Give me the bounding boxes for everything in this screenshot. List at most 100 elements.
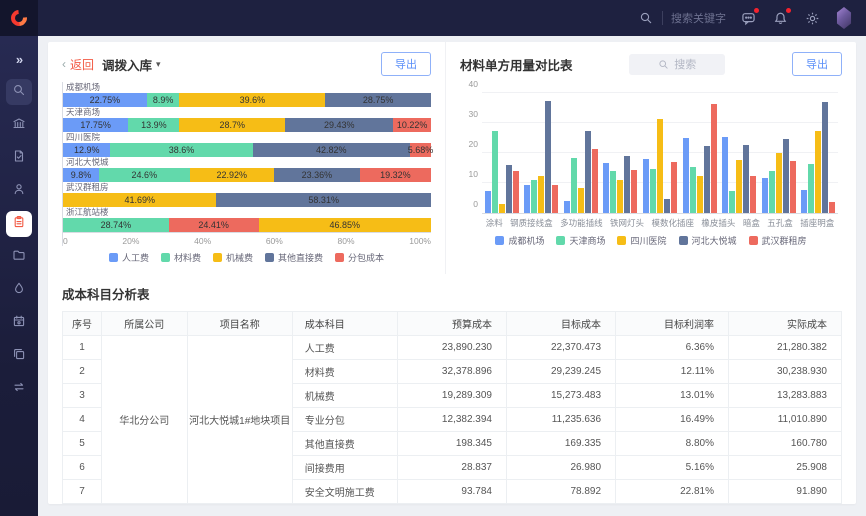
bar-segment: 28.74% xyxy=(63,218,169,232)
gear-icon[interactable] xyxy=(804,10,820,26)
legend-item[interactable]: 材料费 xyxy=(161,251,201,264)
bar xyxy=(571,158,577,213)
legend-item[interactable]: 天津商场 xyxy=(556,234,605,247)
bar-group xyxy=(485,131,519,214)
cell-budget: 93.784 xyxy=(397,480,506,504)
category-label: 浙江航站楼 xyxy=(62,207,431,218)
sidebar-item-search[interactable] xyxy=(6,79,32,105)
legend-item[interactable]: 分包成本 xyxy=(335,251,384,264)
export-button-right[interactable]: 导出 xyxy=(792,52,842,76)
bar xyxy=(671,162,677,213)
bar-group xyxy=(683,104,717,214)
search-icon xyxy=(12,83,26,102)
axis-tick-label: 100% xyxy=(409,236,431,246)
chat-icon[interactable] xyxy=(740,10,756,26)
sidebar-item-user[interactable] xyxy=(6,178,32,204)
cell-margin: 13.01% xyxy=(616,384,729,408)
chart-search-input[interactable]: 搜索 xyxy=(629,54,725,75)
bar-segment: 12.9% xyxy=(63,143,110,157)
legend-swatch xyxy=(749,236,758,245)
sidebar-item-folder[interactable] xyxy=(6,244,32,270)
legend-item[interactable]: 四川医院 xyxy=(617,234,666,247)
cell-actual: 160.780 xyxy=(728,432,841,456)
legend-item[interactable]: 机械费 xyxy=(213,251,253,264)
sidebar-item-expand[interactable]: » xyxy=(6,46,32,72)
search-placeholder: 搜索关键字 xyxy=(671,10,726,26)
calendar-icon xyxy=(12,314,26,333)
bar-segment: 13.9% xyxy=(128,118,179,132)
legend-swatch xyxy=(679,236,688,245)
bar xyxy=(783,139,789,213)
cell-margin: 22.81% xyxy=(616,480,729,504)
cell-subject: 材料费 xyxy=(292,360,397,384)
bar xyxy=(617,180,623,213)
sidebar-item-building[interactable] xyxy=(6,112,32,138)
legend-item[interactable]: 其他直接费 xyxy=(265,251,323,264)
axis-tick-label: 40% xyxy=(194,236,211,246)
material-usage-panel: 材料单方用量对比表 搜索 导出 010203040 涂料钢质接线盒多功能插线铁网… xyxy=(446,42,856,274)
bar-segment: 41.69% xyxy=(63,193,216,207)
legend-item[interactable]: 河北大悦城 xyxy=(679,234,737,247)
back-link[interactable]: 返回 xyxy=(70,56,94,73)
sidebar-item-calendar[interactable] xyxy=(6,310,32,336)
bar-segment: 58.31% xyxy=(216,193,431,207)
cell-no: 4 xyxy=(63,408,102,432)
bar xyxy=(524,185,530,214)
cell-subject: 机械费 xyxy=(292,384,397,408)
column-header: 预算成本 xyxy=(397,312,506,336)
category-label: 天津商场 xyxy=(62,107,431,118)
bar xyxy=(603,163,609,213)
bar xyxy=(513,171,519,213)
stacked-bar: 9.8%24.6%22.92%23.36%19.32% xyxy=(62,168,431,182)
legend-label: 武汉群租房 xyxy=(762,234,807,247)
x-axis-tick-label: 钢质接线盒 xyxy=(510,217,553,229)
sidebar-item-drop[interactable] xyxy=(6,277,32,303)
axis-tick-label: 80% xyxy=(338,236,355,246)
axis-tick-label: 0 xyxy=(63,236,68,246)
legend-label: 河北大悦城 xyxy=(692,234,737,247)
app-logo[interactable] xyxy=(0,0,38,36)
cell-actual: 13,283.883 xyxy=(728,384,841,408)
export-button-left[interactable]: 导出 xyxy=(381,52,431,76)
user-icon xyxy=(12,182,26,201)
bar-segment: 24.6% xyxy=(99,168,190,182)
legend-item[interactable]: 人工费 xyxy=(109,251,149,264)
sidebar-item-transfer[interactable] xyxy=(6,376,32,402)
legend-item[interactable]: 成都机场 xyxy=(495,234,544,247)
chart-legend-right: 成都机场天津商场四川医院 河北大悦城 武汉群租房 xyxy=(460,234,842,247)
bar-segment: 5.68% xyxy=(410,143,431,157)
sidebar-item-clipboard[interactable] xyxy=(6,211,32,237)
search-icon xyxy=(638,10,654,26)
legend-item[interactable]: 武汉群租房 xyxy=(749,234,807,247)
cell-project: 河北大悦城1#地块项目 xyxy=(187,336,292,504)
category-label: 成都机场 xyxy=(62,82,431,93)
global-search[interactable]: 搜索关键字 xyxy=(638,10,726,26)
bar xyxy=(776,153,782,213)
bar xyxy=(815,131,821,213)
column-header: 成本科目 xyxy=(292,312,397,336)
sidebar-item-document[interactable] xyxy=(6,145,32,171)
bar-group xyxy=(722,137,756,213)
bar xyxy=(499,204,505,213)
bar-group xyxy=(643,119,677,214)
sidebar-item-copy[interactable] xyxy=(6,343,32,369)
bar-group xyxy=(564,131,598,213)
legend-swatch xyxy=(265,253,274,262)
bar xyxy=(552,185,558,214)
bar-segment: 29.43% xyxy=(285,118,393,132)
panel-title-dropdown[interactable]: 调拨入库 xyxy=(102,55,152,74)
cell-subject: 间接费用 xyxy=(292,456,397,480)
bar-segment: 19.32% xyxy=(360,168,431,182)
x-axis-tick-label: 模数化插座 xyxy=(651,217,694,229)
avatar[interactable] xyxy=(836,10,852,26)
bell-icon[interactable] xyxy=(772,10,788,26)
bar xyxy=(578,188,584,213)
cell-actual: 11,010.890 xyxy=(728,408,841,432)
back-chevron-icon[interactable]: ‹ xyxy=(62,57,66,71)
bell-badge xyxy=(786,8,791,13)
bar xyxy=(743,145,749,213)
cell-target: 26.980 xyxy=(506,456,615,480)
stacked-bar-chart: 成都机场22.75%8.9%39.6%28.75%天津商场17.75%13.9%… xyxy=(62,82,431,232)
bar-segment: 23.36% xyxy=(274,168,360,182)
cell-budget: 198.345 xyxy=(397,432,506,456)
